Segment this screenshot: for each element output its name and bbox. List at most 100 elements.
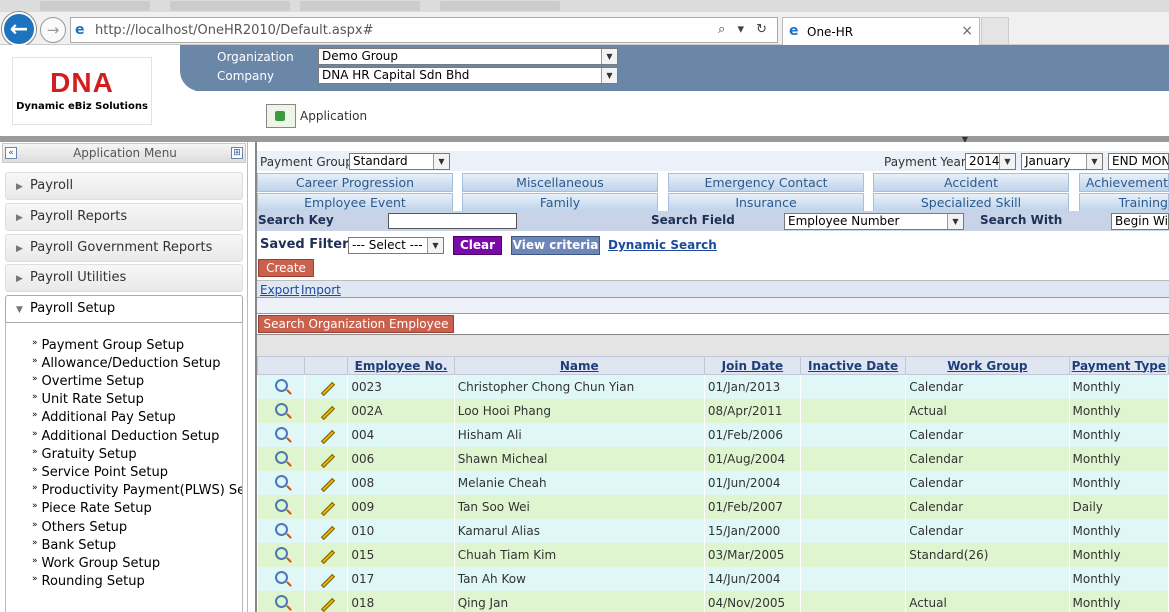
pencil-icon[interactable] [320,405,336,420]
background-tab[interactable] [440,1,560,11]
setup-link[interactable]: » Work Group Setup [32,556,160,571]
dynamic-search-link[interactable]: Dynamic Search [608,238,717,252]
payment-year-select[interactable]: 2014 ▼ [965,153,1016,170]
tab-employee-event[interactable]: Employee Event [257,193,453,212]
table-row[interactable]: 006 Shawn Micheal 01/Aug/2004 Calendar Month… [257,446,1169,471]
sidebar-item-payroll-setup[interactable]: ▼ Payroll Setup [5,295,243,323]
sidebar-item-payroll[interactable]: ▶ Payroll [5,172,243,200]
search-icon[interactable] [274,426,288,440]
organization-select[interactable]: Demo Group ▼ [318,48,618,65]
tab-family[interactable]: Family [462,193,658,212]
tab-miscellaneous[interactable]: Miscellaneous [462,173,658,192]
address-bar[interactable]: e http://localhost/OneHR2010/Default.asp… [70,17,778,43]
setup-link[interactable]: » Others Setup [32,520,127,535]
search-organization-employee-button[interactable]: Search Organization Employee [258,315,454,333]
address-url[interactable]: http://localhost/OneHR2010/Default.aspx# [95,23,374,38]
setup-link[interactable]: » Additional Pay Setup [32,410,176,425]
table-row[interactable]: 010 Kamarul Alias 15/Jan/2000 Calendar Month… [257,518,1169,543]
sidebar-item-payroll-reports[interactable]: ▶ Payroll Reports [5,203,243,231]
export-link[interactable]: Export [260,283,299,297]
setup-link[interactable]: » Service Point Setup [32,465,168,480]
month-select[interactable]: January ▼ [1021,153,1103,170]
setup-link[interactable]: » Gratuity Setup [32,447,137,462]
setup-link[interactable]: » Bank Setup [32,538,116,553]
import-link[interactable]: Import [301,283,341,297]
search-icon[interactable] [274,474,288,488]
tab-emergency-contact[interactable]: Emergency Contact [668,173,864,192]
setup-link[interactable]: » Unit Rate Setup [32,392,144,407]
table-row[interactable]: 017 Tan Ah Kow 14/Jun/2004 Monthly [257,566,1169,591]
table-row[interactable]: 004 Hisham Ali 01/Feb/2006 Calendar Monthly [257,422,1169,447]
search-icon[interactable] [274,498,288,512]
setup-link[interactable]: » Rounding Setup [32,574,145,589]
application-icon[interactable] [266,104,296,128]
setup-link[interactable]: » Allowance/Deduction Setup [32,356,220,371]
background-tab[interactable] [300,1,420,11]
search-icon[interactable] [274,450,288,464]
new-tab-button[interactable] [981,17,1009,45]
pencil-icon[interactable] [320,477,336,492]
tab-accident[interactable]: Accident [873,173,1069,192]
create-button[interactable]: Create [258,259,314,277]
pencil-icon[interactable] [320,501,336,516]
column-header-payment-type[interactable]: Payment Type [1068,356,1169,375]
column-header-name[interactable]: Name [453,356,705,375]
search-icon[interactable] [274,570,288,584]
search-icon[interactable] [274,522,288,536]
search-icon[interactable] [274,378,288,392]
search-icon[interactable] [274,594,288,608]
pencil-icon[interactable] [320,429,336,444]
background-tab[interactable] [40,1,150,11]
back-button[interactable]: ← [2,12,36,46]
application-label[interactable]: Application [300,109,367,123]
pin-icon[interactable]: ⊞ [231,147,243,159]
setup-link[interactable]: » Payment Group Setup [32,338,184,353]
table-row[interactable]: 009 Tan Soo Wei 01/Feb/2007 Calendar Daily [257,494,1169,519]
view-criteria-button[interactable]: View criteria [511,236,600,255]
search-key-input[interactable] [388,213,517,229]
column-header-work-group[interactable]: Work Group [905,356,1070,375]
search-icon[interactable] [274,546,288,560]
column-header-employee-no[interactable]: Employee No. [347,356,455,375]
pencil-icon[interactable] [320,549,336,564]
tab-training[interactable]: Training [1079,193,1169,212]
table-row[interactable]: 015 Chuah Tiam Kim 03/Mar/2005 Standard(26)… [257,542,1169,567]
pencil-icon[interactable] [320,573,336,588]
column-header-inactive-date[interactable]: Inactive Date [799,356,907,375]
browser-tab-active[interactable]: e One-HR × [782,17,980,45]
pencil-icon[interactable] [320,381,336,396]
sidebar-item-payroll-government-reports[interactable]: ▶ Payroll Government Reports [5,234,243,262]
setup-link[interactable]: » Overtime Setup [32,374,144,389]
chevron-down-icon: ▼ [999,154,1015,169]
address-controls[interactable]: ⌕ ▾ ↻ [718,22,771,37]
sidebar-item-payroll-utilities[interactable]: ▶ Payroll Utilities [5,264,243,292]
tab-insurance[interactable]: Insurance [668,193,864,212]
close-tab-icon[interactable]: × [961,23,973,39]
clear-button[interactable]: Clear [453,236,502,255]
table-row[interactable]: 002A Loo Hooi Phang 08/Apr/2011 Actual Month… [257,398,1169,423]
pencil-icon[interactable] [320,525,336,540]
setup-link[interactable]: »Productivity Payment(PLWS) Setup [32,483,242,498]
search-with-select[interactable]: Begin With [1111,213,1169,230]
tab-career-progression[interactable]: Career Progression [257,173,453,192]
pencil-icon[interactable] [320,453,336,468]
table-row[interactable]: 018 Qing Jan 04/Nov/2005 Actual Monthly [257,590,1169,612]
tab-achievement[interactable]: Achievement [1079,173,1169,192]
tab-specialized-skill[interactable]: Specialized Skill [873,193,1069,212]
setup-link-label: Payment Group Setup [41,338,185,353]
search-field-select[interactable]: Employee Number ▼ [784,213,964,230]
export-import-row: Export Import [257,280,1169,298]
setup-link[interactable]: » Piece Rate Setup [32,501,152,516]
saved-filter-select[interactable]: --- Select --- ▼ [348,237,444,254]
forward-button[interactable]: → [40,17,66,43]
search-icon[interactable] [274,402,288,416]
payment-group-select[interactable]: Standard ▼ [349,153,450,170]
pencil-icon[interactable] [320,597,336,612]
company-select[interactable]: DNA HR Capital Sdn Bhd ▼ [318,67,618,84]
table-row[interactable]: 0023 Christopher Chong Chun Yian 01/Jan/20… [257,374,1169,399]
period-select[interactable]: END MONTH [1108,153,1169,170]
column-header-join-date[interactable]: Join Date [703,356,801,375]
background-tab[interactable] [170,1,290,11]
table-row[interactable]: 008 Melanie Cheah 01/Jun/2004 Calendar Month… [257,470,1169,495]
setup-link[interactable]: » Additional Deduction Setup [32,429,219,444]
